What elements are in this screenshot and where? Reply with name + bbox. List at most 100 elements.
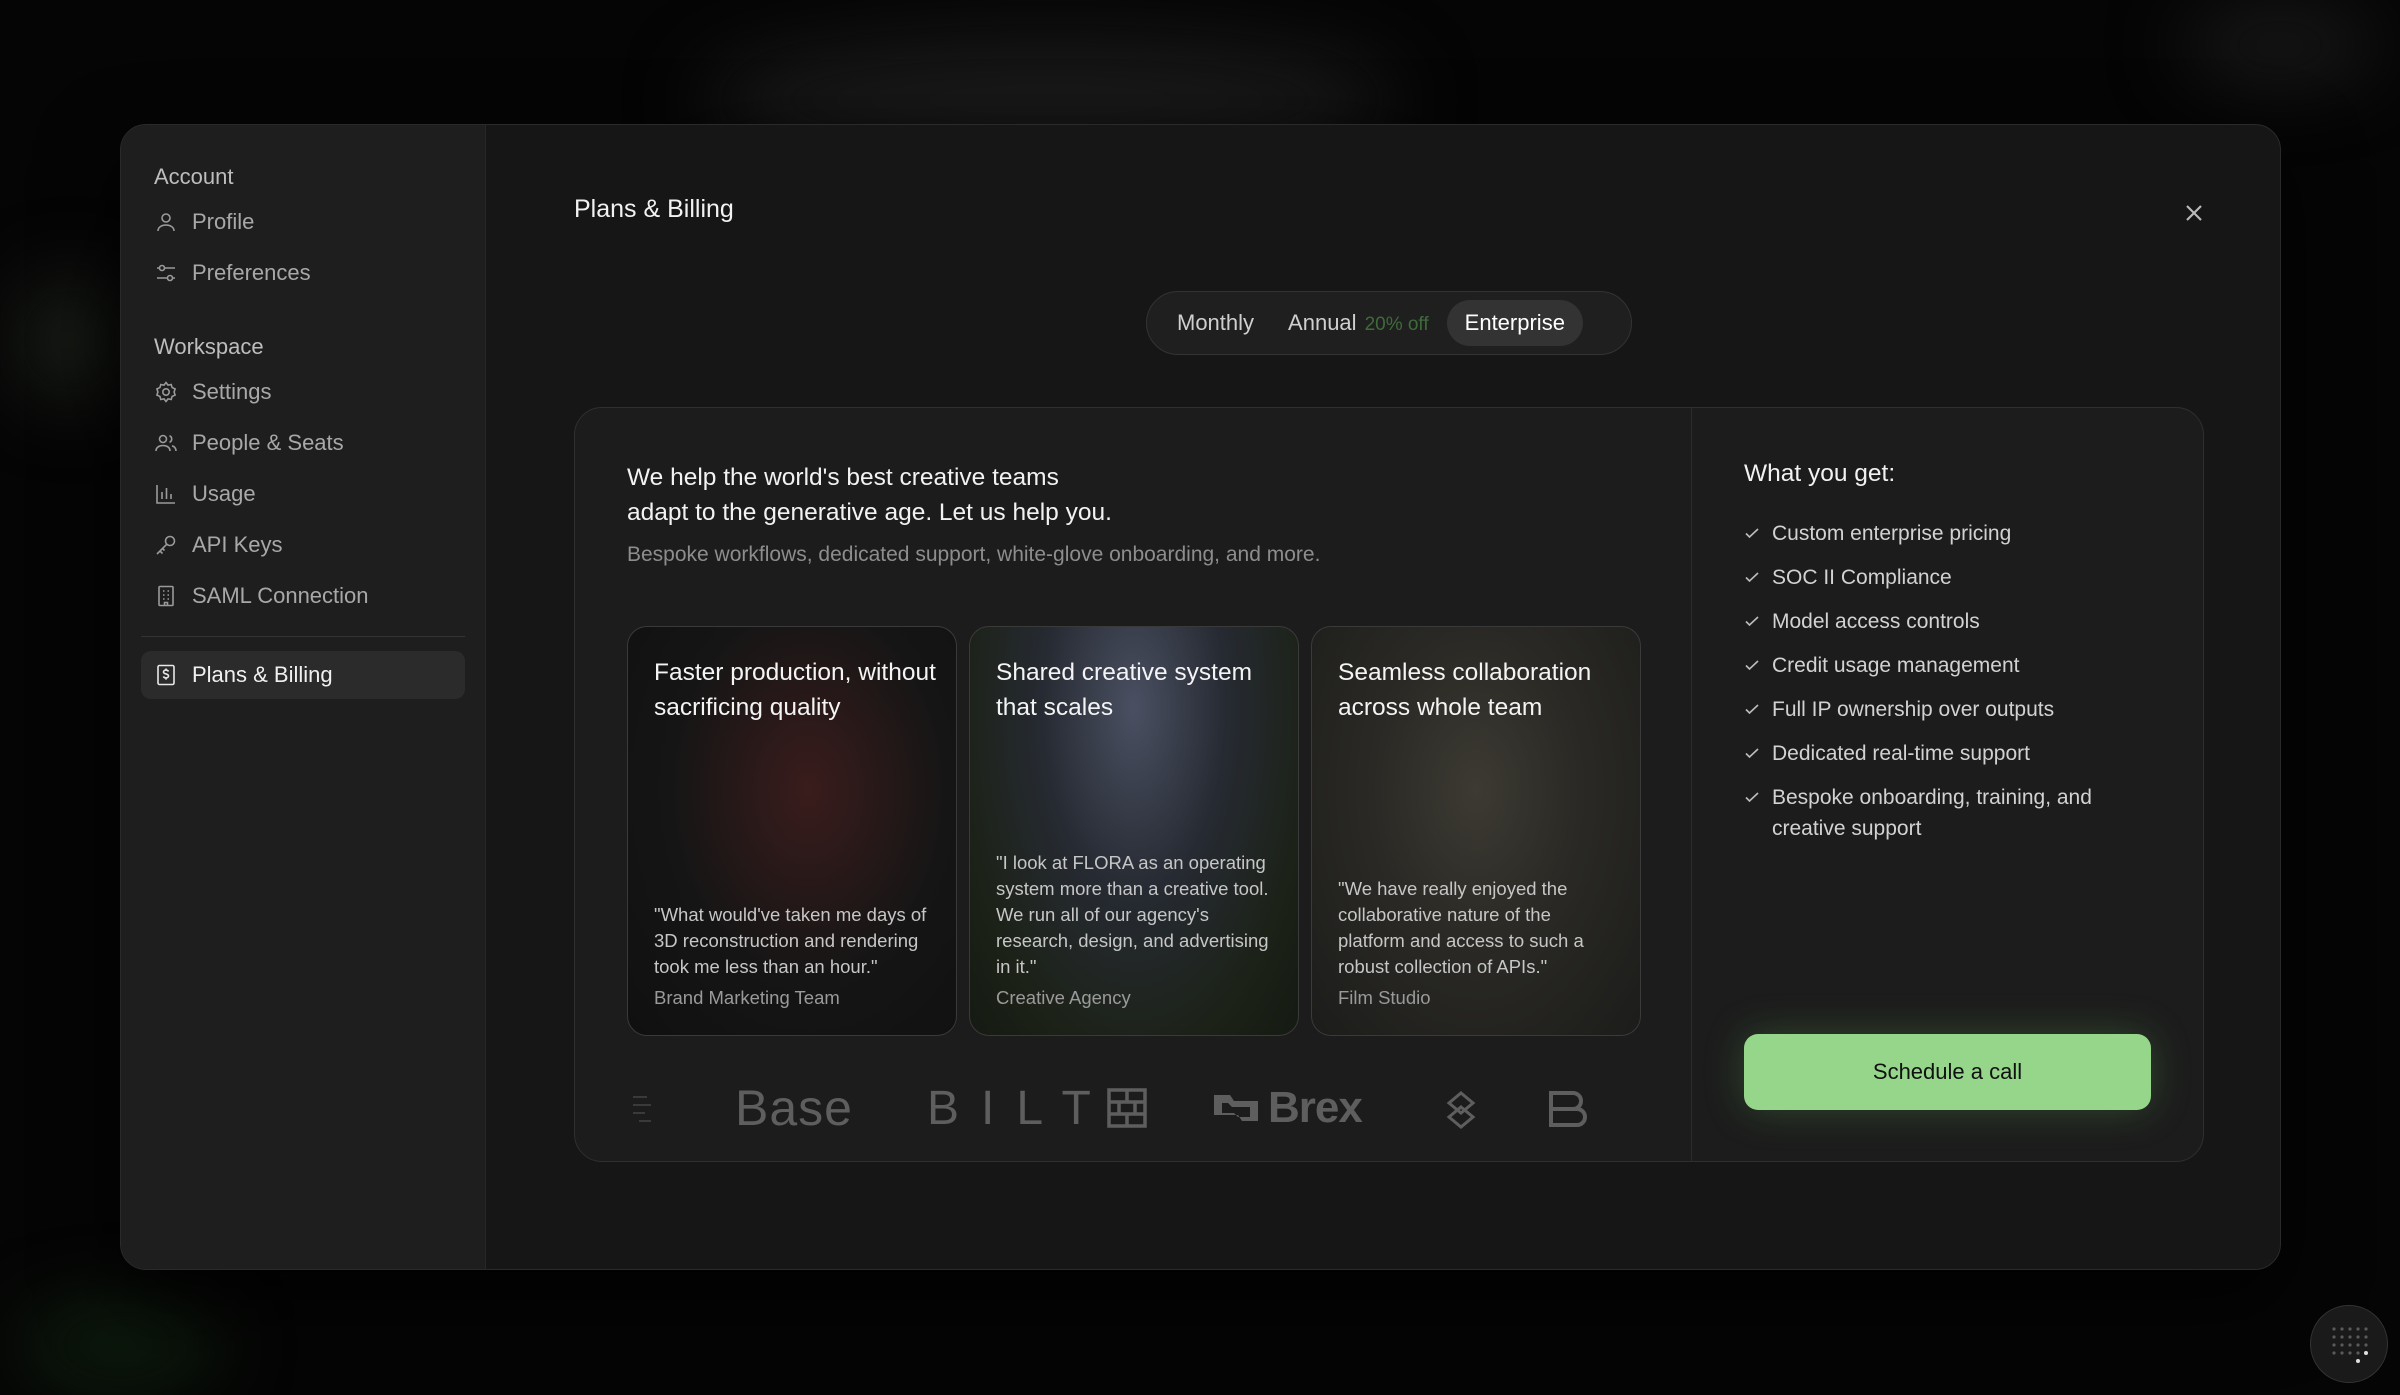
- feature-label: Bespoke onboarding, training, and creati…: [1772, 786, 2092, 840]
- sliders-icon: [157, 264, 175, 282]
- sidebar-item-settings[interactable]: Settings: [141, 368, 465, 416]
- testimonial-author: Creative Agency: [996, 987, 1131, 1008]
- headline-line-1: We help the world's best creative teams: [627, 464, 1059, 491]
- testimonial-title: Faster production, without sacrificing q…: [654, 659, 936, 721]
- testimonial-quote: "What would've taken me days of 3D recon…: [654, 904, 927, 977]
- enterprise-card-right: What you get: Custom enterprise pricing …: [1692, 408, 2203, 1161]
- logo-brex: Brex: [1212, 1073, 1363, 1143]
- toggle-monthly-label: Monthly: [1177, 310, 1255, 335]
- list-item: Model access controls: [1744, 606, 2164, 637]
- list-item: Credit usage management: [1744, 650, 2164, 681]
- schedule-call-button[interactable]: Schedule a call: [1744, 1034, 2151, 1110]
- bar-chart-icon: [156, 485, 175, 504]
- bilt-grid-icon: [1107, 1088, 1147, 1128]
- logo-brex-text: Brex: [1268, 1083, 1363, 1132]
- testimonial-body: "What would've taken me days of 3D recon…: [654, 902, 936, 1009]
- feature-label: Model access controls: [1772, 610, 1980, 633]
- gear-icon: [155, 381, 177, 403]
- customer-logos: Base BILT Brex: [627, 1073, 1637, 1143]
- sidebar-item-saml-connection[interactable]: SAML Connection: [141, 572, 465, 620]
- testimonial-author: Brand Marketing Team: [654, 987, 840, 1008]
- sidebar-item-label: API Keys: [192, 532, 283, 557]
- toggle-enterprise-label: Enterprise: [1464, 310, 1565, 335]
- list-item: Dedicated real-time support: [1744, 738, 2164, 769]
- sidebar-item-label: Preferences: [192, 260, 311, 285]
- sidebar-item-preferences[interactable]: Preferences: [141, 249, 465, 297]
- toggle-annual-label: Annual: [1288, 310, 1357, 335]
- brex-mark-icon: [1214, 1095, 1258, 1121]
- dot-grid-icon: [2332, 1327, 2368, 1363]
- testimonial-body: "I look at FLORA as an operating system …: [996, 850, 1278, 1009]
- features-title: What you get:: [1744, 460, 1896, 487]
- building-icon: [158, 585, 174, 607]
- testimonial-quote: "I look at FLORA as an operating system …: [996, 852, 1269, 977]
- sidebar-item-label: Usage: [192, 481, 256, 506]
- sidebar-item-plans-billing[interactable]: Plans & Billing: [141, 651, 465, 699]
- check-icon: [1745, 792, 1759, 803]
- block-logo-icon: [1549, 1091, 1587, 1127]
- sidebar-item-label: SAML Connection: [192, 583, 369, 608]
- headline-line-2: adapt to the generative age. Let us help…: [627, 499, 1112, 526]
- feature-label: SOC II Compliance: [1772, 566, 1952, 589]
- people-icon: [155, 434, 177, 452]
- testimonial-title: Shared creative system that scales: [996, 659, 1252, 721]
- check-icon: [1745, 528, 1759, 539]
- backdrop-blur: [20, 1310, 220, 1380]
- sidebar-item-people-seats[interactable]: People & Seats: [141, 419, 465, 467]
- enterprise-card: We help the world's best creative teams …: [574, 407, 2204, 1162]
- sidebar-section-workspace: Workspace: [154, 334, 264, 359]
- sidebar-item-api-keys[interactable]: API Keys: [141, 521, 465, 569]
- sidebar-item-label: Profile: [192, 209, 255, 234]
- sidebar-section-account: Account: [154, 164, 234, 189]
- backdrop-blur: [20, 280, 120, 400]
- enterprise-card-left: We help the world's best creative teams …: [575, 408, 1692, 1161]
- enterprise-headline: We help the world's best creative teams …: [627, 460, 1187, 530]
- toggle-monthly[interactable]: Monthly: [1165, 300, 1266, 346]
- features-list: Custom enterprise pricing SOC II Complia…: [1744, 518, 2164, 857]
- backdrop-blur: [2180, 10, 2380, 80]
- toggle-annual[interactable]: Annual 20% off: [1276, 300, 1441, 346]
- testimonial-title: Seamless collaboration across whole team: [1338, 659, 1592, 721]
- check-icon: [1745, 572, 1759, 583]
- sidebar-divider: [141, 636, 465, 637]
- plans-billing-modal: Account Profile Preferences Workspace Se…: [120, 124, 2281, 1270]
- enterprise-subline: Bespoke workflows, dedicated support, wh…: [627, 543, 1321, 566]
- key-icon: [156, 535, 176, 555]
- settings-sidebar: Account Profile Preferences Workspace Se…: [121, 125, 486, 1269]
- sidebar-item-label: Plans & Billing: [192, 662, 333, 687]
- testimonial-body: "We have really enjoyed the collaborativ…: [1338, 876, 1620, 1009]
- partial-logo-icon: [633, 1096, 651, 1122]
- main-panel: Plans & Billing Monthly Annual 20% off En…: [486, 125, 2280, 1269]
- feature-label: Credit usage management: [1772, 654, 2020, 677]
- list-item: Bespoke onboarding, training, and creati…: [1744, 782, 2164, 844]
- close-icon[interactable]: [2180, 199, 2208, 227]
- page-title: Plans & Billing: [574, 195, 734, 223]
- logo-base: Base: [735, 1080, 853, 1136]
- testimonial-card: Shared creative system that scales "I lo…: [969, 626, 1299, 1036]
- dollar-doc-icon: [157, 664, 175, 686]
- feature-label: Full IP ownership over outputs: [1772, 698, 2055, 721]
- check-icon: [1745, 660, 1759, 671]
- logo-bilt: BILT: [927, 1073, 1147, 1143]
- help-launcher-button[interactable]: [2310, 1305, 2388, 1383]
- sidebar-item-label: Settings: [192, 379, 272, 404]
- feature-label: Custom enterprise pricing: [1772, 522, 2012, 545]
- toggle-enterprise[interactable]: Enterprise: [1446, 300, 1583, 346]
- testimonial-card: Seamless collaboration across whole team…: [1311, 626, 1641, 1036]
- annual-discount-badge: 20% off: [1364, 314, 1429, 335]
- sidebar-item-profile[interactable]: Profile: [141, 198, 465, 246]
- list-item: Custom enterprise pricing: [1744, 518, 2164, 549]
- list-item: SOC II Compliance: [1744, 562, 2164, 593]
- testimonial-quote: "We have really enjoyed the collaborativ…: [1338, 878, 1584, 977]
- list-item: Full IP ownership over outputs: [1744, 694, 2164, 725]
- check-icon: [1745, 616, 1759, 627]
- billing-period-toggle: Monthly Annual 20% off Enterprise: [1146, 291, 1632, 355]
- user-icon: [157, 213, 175, 232]
- check-icon: [1745, 704, 1759, 715]
- feature-label: Dedicated real-time support: [1772, 742, 2030, 765]
- testimonial-author: Film Studio: [1338, 987, 1431, 1008]
- check-icon: [1745, 748, 1759, 759]
- sidebar-item-usage[interactable]: Usage: [141, 470, 465, 518]
- geometric-logo-icon: [1446, 1091, 1476, 1129]
- sidebar-item-label: People & Seats: [192, 430, 344, 455]
